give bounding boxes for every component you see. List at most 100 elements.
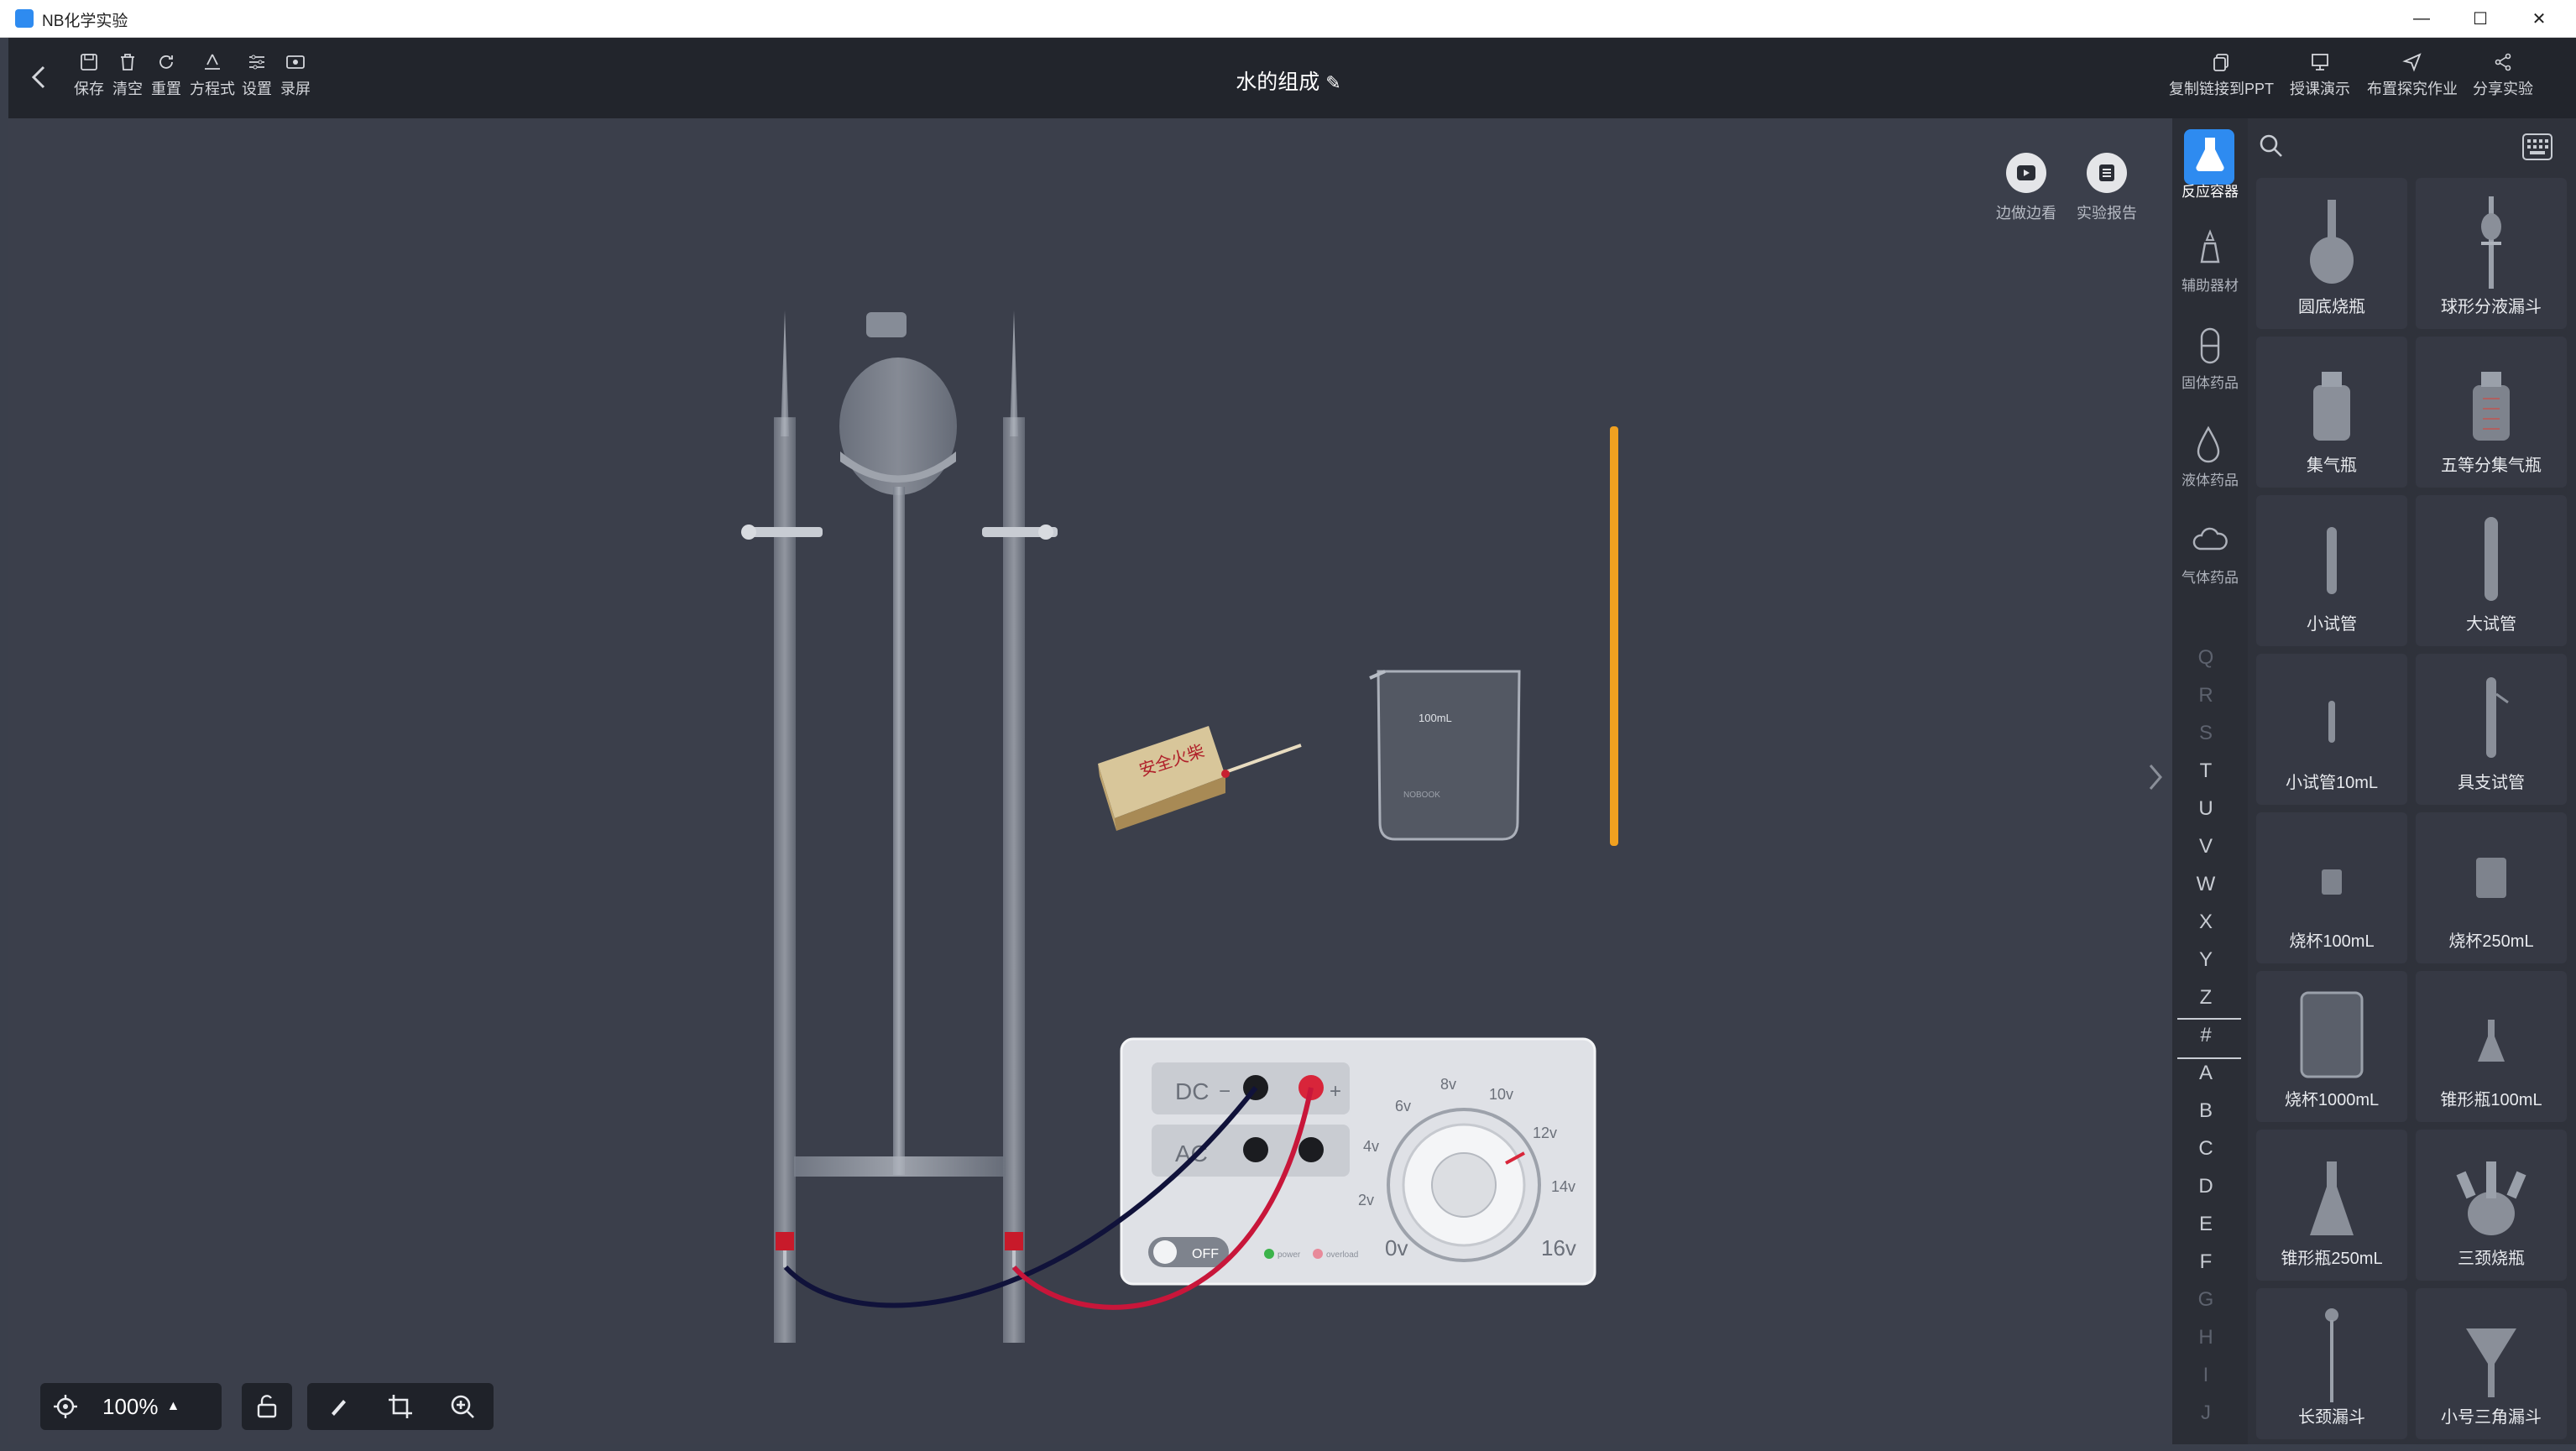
- category-label: 液体药品: [2182, 472, 2239, 488]
- zoom-level[interactable]: 100%: [102, 1394, 159, 1420]
- maximize-icon[interactable]: ☐: [2451, 0, 2510, 37]
- apparatus-thumbnail-icon: [2313, 372, 2350, 441]
- experiment-title[interactable]: 水的组成 ✎: [1200, 65, 1377, 96]
- voltage-scale-label: 12v: [1533, 1125, 1557, 1141]
- alphabet-index-letter[interactable]: W: [2174, 873, 2238, 896]
- apparatus-card[interactable]: 长颈漏斗: [2256, 1288, 2407, 1439]
- record-label: 录屏: [280, 81, 311, 97]
- alphabet-index-letter[interactable]: Z: [2174, 986, 2238, 1010]
- category-auxiliary-equipment[interactable]: 辅助器材: [2174, 228, 2246, 295]
- alphabet-index-letter[interactable]: Y: [2174, 948, 2238, 972]
- apparatus-card[interactable]: 烧杯100mL: [2256, 812, 2407, 963]
- apparatus-card[interactable]: 锥形瓶250mL: [2256, 1130, 2407, 1281]
- alphabet-divider-top: [2177, 1018, 2241, 1020]
- back-icon[interactable]: [25, 62, 55, 92]
- alphabet-index-letter[interactable]: X: [2174, 911, 2238, 934]
- close-icon[interactable]: ✕: [2510, 0, 2568, 37]
- drawing-tools: [307, 1383, 494, 1430]
- present-button[interactable]: 授课演示: [2290, 52, 2350, 99]
- crop-icon[interactable]: [387, 1393, 414, 1420]
- save-button[interactable]: 保存: [74, 52, 104, 99]
- capsule-icon: [2200, 327, 2220, 364]
- apparatus-card[interactable]: 小号三角漏斗: [2416, 1288, 2567, 1439]
- category-reaction-vessel[interactable]: 反应容器: [2174, 134, 2246, 201]
- equation-label: 方程式: [190, 81, 235, 97]
- category-gas-reagent[interactable]: 气体药品: [2174, 520, 2246, 587]
- apparatus-card[interactable]: 小试管: [2256, 495, 2407, 646]
- assign-homework-button[interactable]: 布置探究作业: [2367, 52, 2458, 99]
- locate-icon[interactable]: [52, 1393, 79, 1420]
- ac-terminal-left[interactable]: [1243, 1137, 1268, 1162]
- panel-collapse-arrow-icon[interactable]: [2145, 760, 2166, 794]
- category-solid-reagent[interactable]: 固体药品: [2174, 326, 2246, 392]
- apparatus-card-label: 烧杯100mL: [2289, 932, 2375, 951]
- alphabet-index-letter[interactable]: Q: [2174, 646, 2238, 670]
- apparatus-card-label: 锥形瓶250mL: [2281, 1250, 2383, 1268]
- share-button[interactable]: 分享实验: [2473, 52, 2533, 99]
- brush-icon[interactable]: [325, 1393, 352, 1420]
- keypad-icon[interactable]: [2521, 133, 2553, 165]
- zoom-in-icon[interactable]: [449, 1393, 476, 1420]
- burner-icon: [2200, 229, 2220, 264]
- apparatus-card[interactable]: 小试管10mL: [2256, 654, 2407, 805]
- apparatus-card[interactable]: 三颈烧瓶: [2416, 1130, 2567, 1281]
- apparatus-card[interactable]: 球形分液漏斗: [2416, 178, 2567, 329]
- apparatus-card[interactable]: 具支试管: [2416, 654, 2567, 805]
- alphabet-index-letter[interactable]: V: [2174, 835, 2238, 859]
- matchbox[interactable]: 安全火柴: [1098, 726, 1302, 831]
- unlock-button[interactable]: [242, 1383, 292, 1430]
- apparatus-thumbnail-icon: [2310, 1161, 2354, 1235]
- alphabet-index-letter[interactable]: J: [2174, 1401, 2238, 1425]
- settings-button[interactable]: 设置: [242, 52, 272, 99]
- alphabet-index-letter[interactable]: H: [2174, 1326, 2238, 1349]
- alphabet-index-letter[interactable]: T: [2174, 759, 2238, 783]
- alphabet-index-letter[interactable]: D: [2174, 1175, 2238, 1198]
- apparatus-card[interactable]: 锥形瓶100mL: [2416, 971, 2567, 1122]
- apparatus-card-label: 集气瓶: [2307, 457, 2357, 475]
- search-input[interactable]: [2295, 133, 2508, 161]
- alphabet-index-letter[interactable]: #: [2174, 1024, 2238, 1047]
- experiment-report-label: 实验报告: [2077, 205, 2137, 222]
- search-icon[interactable]: [2258, 133, 2285, 164]
- right-electrode-tube[interactable]: [982, 311, 1058, 1343]
- left-electrode-tube[interactable]: [741, 311, 823, 1343]
- alphabet-index-letter[interactable]: B: [2174, 1099, 2238, 1123]
- apparatus-card[interactable]: 五等分集气瓶: [2416, 337, 2567, 488]
- dc-minus-sign: −: [1219, 1080, 1231, 1103]
- alphabet-index-letter[interactable]: F: [2174, 1250, 2238, 1274]
- glass-rod[interactable]: [1610, 426, 1618, 846]
- apparatus-thumbnail-icon: [2485, 517, 2498, 601]
- alphabet-index-letter[interactable]: U: [2174, 797, 2238, 821]
- equation-button[interactable]: 方程式: [190, 52, 235, 99]
- alphabet-index-letter[interactable]: S: [2174, 722, 2238, 745]
- apparatus-card-label: 大试管: [2466, 615, 2516, 634]
- alphabet-index-letter[interactable]: G: [2174, 1288, 2238, 1312]
- apparatus-card[interactable]: 烧杯250mL: [2416, 812, 2567, 963]
- alphabet-index-letter[interactable]: I: [2174, 1364, 2238, 1387]
- minimize-icon[interactable]: —: [2392, 0, 2451, 37]
- watch-while-doing-button[interactable]: [2006, 153, 2046, 193]
- reset-button[interactable]: 重置: [151, 52, 181, 99]
- apparatus-card[interactable]: 大试管: [2416, 495, 2567, 646]
- trash-icon: [121, 54, 134, 70]
- alphabet-index-letter[interactable]: R: [2174, 684, 2238, 707]
- apparatus-card[interactable]: 烧杯1000mL: [2256, 971, 2407, 1122]
- dc-plus-sign: +: [1330, 1080, 1341, 1103]
- apparatus-card[interactable]: 集气瓶: [2256, 337, 2407, 488]
- alphabet-index-letter[interactable]: A: [2174, 1062, 2238, 1085]
- zoom-up-caret-icon[interactable]: ▲: [167, 1399, 180, 1414]
- overload-indicator-label: overload: [1326, 1250, 1358, 1260]
- experiment-report-button[interactable]: [2087, 153, 2127, 193]
- center-reservoir-bulb[interactable]: [794, 312, 1006, 1177]
- alphabet-index-letter[interactable]: E: [2174, 1213, 2238, 1236]
- apparatus-thumbnail-icon: [2466, 1328, 2516, 1397]
- alphabet-index-letter[interactable]: C: [2174, 1137, 2238, 1161]
- clear-button[interactable]: 清空: [112, 52, 143, 99]
- edit-pencil-icon[interactable]: ✎: [1325, 72, 1340, 93]
- beaker-100ml[interactable]: 100mL NOBOOK: [1369, 670, 1521, 841]
- category-liquid-reagent[interactable]: 液体药品: [2174, 423, 2246, 489]
- record-button[interactable]: 录屏: [280, 52, 311, 99]
- copy-link-ppt-button[interactable]: 复制链接到PPT: [2169, 52, 2274, 99]
- ac-terminal-right[interactable]: [1298, 1137, 1324, 1162]
- apparatus-card[interactable]: 圆底烧瓶: [2256, 178, 2407, 329]
